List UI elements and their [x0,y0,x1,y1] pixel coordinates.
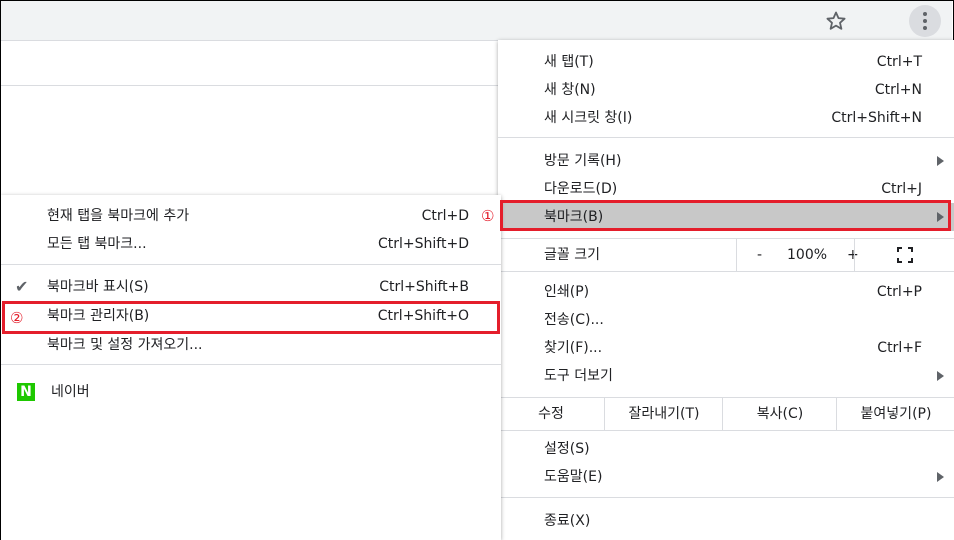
menu-item-import-bookmarks[interactable]: 북마크 및 설정 가져오기... [1,331,501,359]
menu-item-label: 설정(S) [544,441,590,457]
menu-item-show-bookmarks-bar[interactable]: ✔ 북마크바 표시(S) Ctrl+Shift+B [1,273,501,301]
zoom-level: 100% [787,247,828,263]
bookmark-label: 네이버 [51,384,90,400]
menu-item-label: 전송(C)... [544,312,604,328]
browser-toolbar [1,1,952,41]
menu-separator [1,364,501,365]
menu-item-shortcut: Ctrl+J [881,181,922,197]
menu-separator [498,271,954,272]
bookmark-naver[interactable]: N 네이버 [1,377,501,407]
menu-item-new-tab[interactable]: 새 탭(T) Ctrl+T [498,48,954,76]
menu-item-label: 새 탭(T) [544,54,594,70]
annotation-box-bookmarks [500,200,951,231]
annotation-step-1: ① [481,207,495,225]
fullscreen-icon [897,247,913,263]
star-icon[interactable] [824,9,848,33]
menu-item-downloads[interactable]: 다운로드(D) Ctrl+J [498,175,954,203]
menu-item-shortcut: Ctrl+N [874,82,922,98]
edit-label: 수정 [538,406,564,422]
menu-item-label: 다운로드(D) [544,181,618,197]
annotation-step-2: ② [10,309,24,327]
menu-item-more-tools[interactable]: 도구 더보기 [498,362,954,390]
menu-item-print[interactable]: 인쇄(P) Ctrl+P [498,278,954,306]
menu-item-shortcut: Ctrl+Shift+B [379,279,469,295]
menu-item-shortcut: Ctrl+P [876,284,922,300]
naver-favicon-icon: N [17,383,35,401]
menu-item-cast[interactable]: 전송(C)... [498,306,954,334]
fullscreen-button[interactable] [854,239,954,271]
zoom-out-button[interactable]: - [757,239,762,271]
menu-item-label: 종료(X) [544,513,591,529]
zoom-label: 글꼴 크기 [544,247,600,263]
menu-item-bookmark-all-tabs[interactable]: 모든 탭 북마크... Ctrl+Shift+D [1,230,501,258]
menu-item-shortcut: Ctrl+Shift+D [378,236,469,252]
menu-item-shortcut: Ctrl+D [421,208,469,224]
submenu-arrow-icon [937,156,944,166]
menu-item-bookmark-tab[interactable]: 현재 탭을 북마크에 추가 Ctrl+D [1,202,501,230]
menu-item-label: 북마크 및 설정 가져오기... [47,337,203,353]
menu-item-shortcut: Ctrl+T [876,54,922,70]
menu-item-find[interactable]: 찾기(F)... Ctrl+F [498,334,954,362]
menu-item-label: 현재 탭을 북마크에 추가 [47,208,190,224]
menu-item-label: 찾기(F)... [544,340,603,356]
copy-button[interactable]: 복사(C) [722,398,837,430]
menu-item-label: 도구 더보기 [544,368,613,384]
menu-item-label: 인쇄(P) [544,284,590,300]
menu-separator [1,264,501,265]
menu-item-shortcut: Ctrl+Shift+N [831,110,922,126]
submenu-arrow-icon [937,472,944,482]
three-dots-menu-icon[interactable] [909,5,941,37]
paste-button[interactable]: 붙여넣기(P) [836,398,954,430]
cut-button[interactable]: 잘라내기(T) [604,398,723,430]
menu-item-exit[interactable]: 종료(X) [498,507,954,535]
annotation-box-bookmark-manager [2,301,500,334]
menu-item-help[interactable]: 도움말(E) [498,463,954,491]
menu-item-history[interactable]: 방문 기록(H) [498,147,954,175]
zoom-controls: - 100% + [736,239,859,271]
bookmarks-submenu: 현재 탭을 북마크에 추가 Ctrl+D 모든 탭 북마크... Ctrl+Sh… [1,195,501,540]
menu-item-incognito[interactable]: 새 시크릿 창(I) Ctrl+Shift+N [498,104,954,132]
submenu-arrow-icon [937,371,944,381]
page-divider [1,85,499,86]
edit-row: 수정 잘라내기(T) 복사(C) 붙여넣기(P) [498,397,954,431]
menu-item-new-window[interactable]: 새 창(N) Ctrl+N [498,76,954,104]
menu-item-label: 방문 기록(H) [544,153,622,169]
menu-item-label: 모든 탭 북마크... [47,236,147,252]
menu-item-label: 북마크바 표시(S) [47,279,149,295]
menu-separator [498,497,954,498]
menu-item-label: 도움말(E) [544,469,603,485]
menu-item-settings[interactable]: 설정(S) [498,435,954,463]
menu-item-label: 새 창(N) [544,82,596,98]
menu-item-label: 새 시크릿 창(I) [544,110,633,126]
zoom-row: 글꼴 크기 - 100% + [498,239,954,271]
menu-separator [498,137,954,138]
chrome-main-menu: 새 탭(T) Ctrl+T 새 창(N) Ctrl+N 새 시크릿 창(I) C… [498,40,954,540]
checkmark-icon: ✔ [15,277,29,296]
menu-item-shortcut: Ctrl+F [877,340,922,356]
